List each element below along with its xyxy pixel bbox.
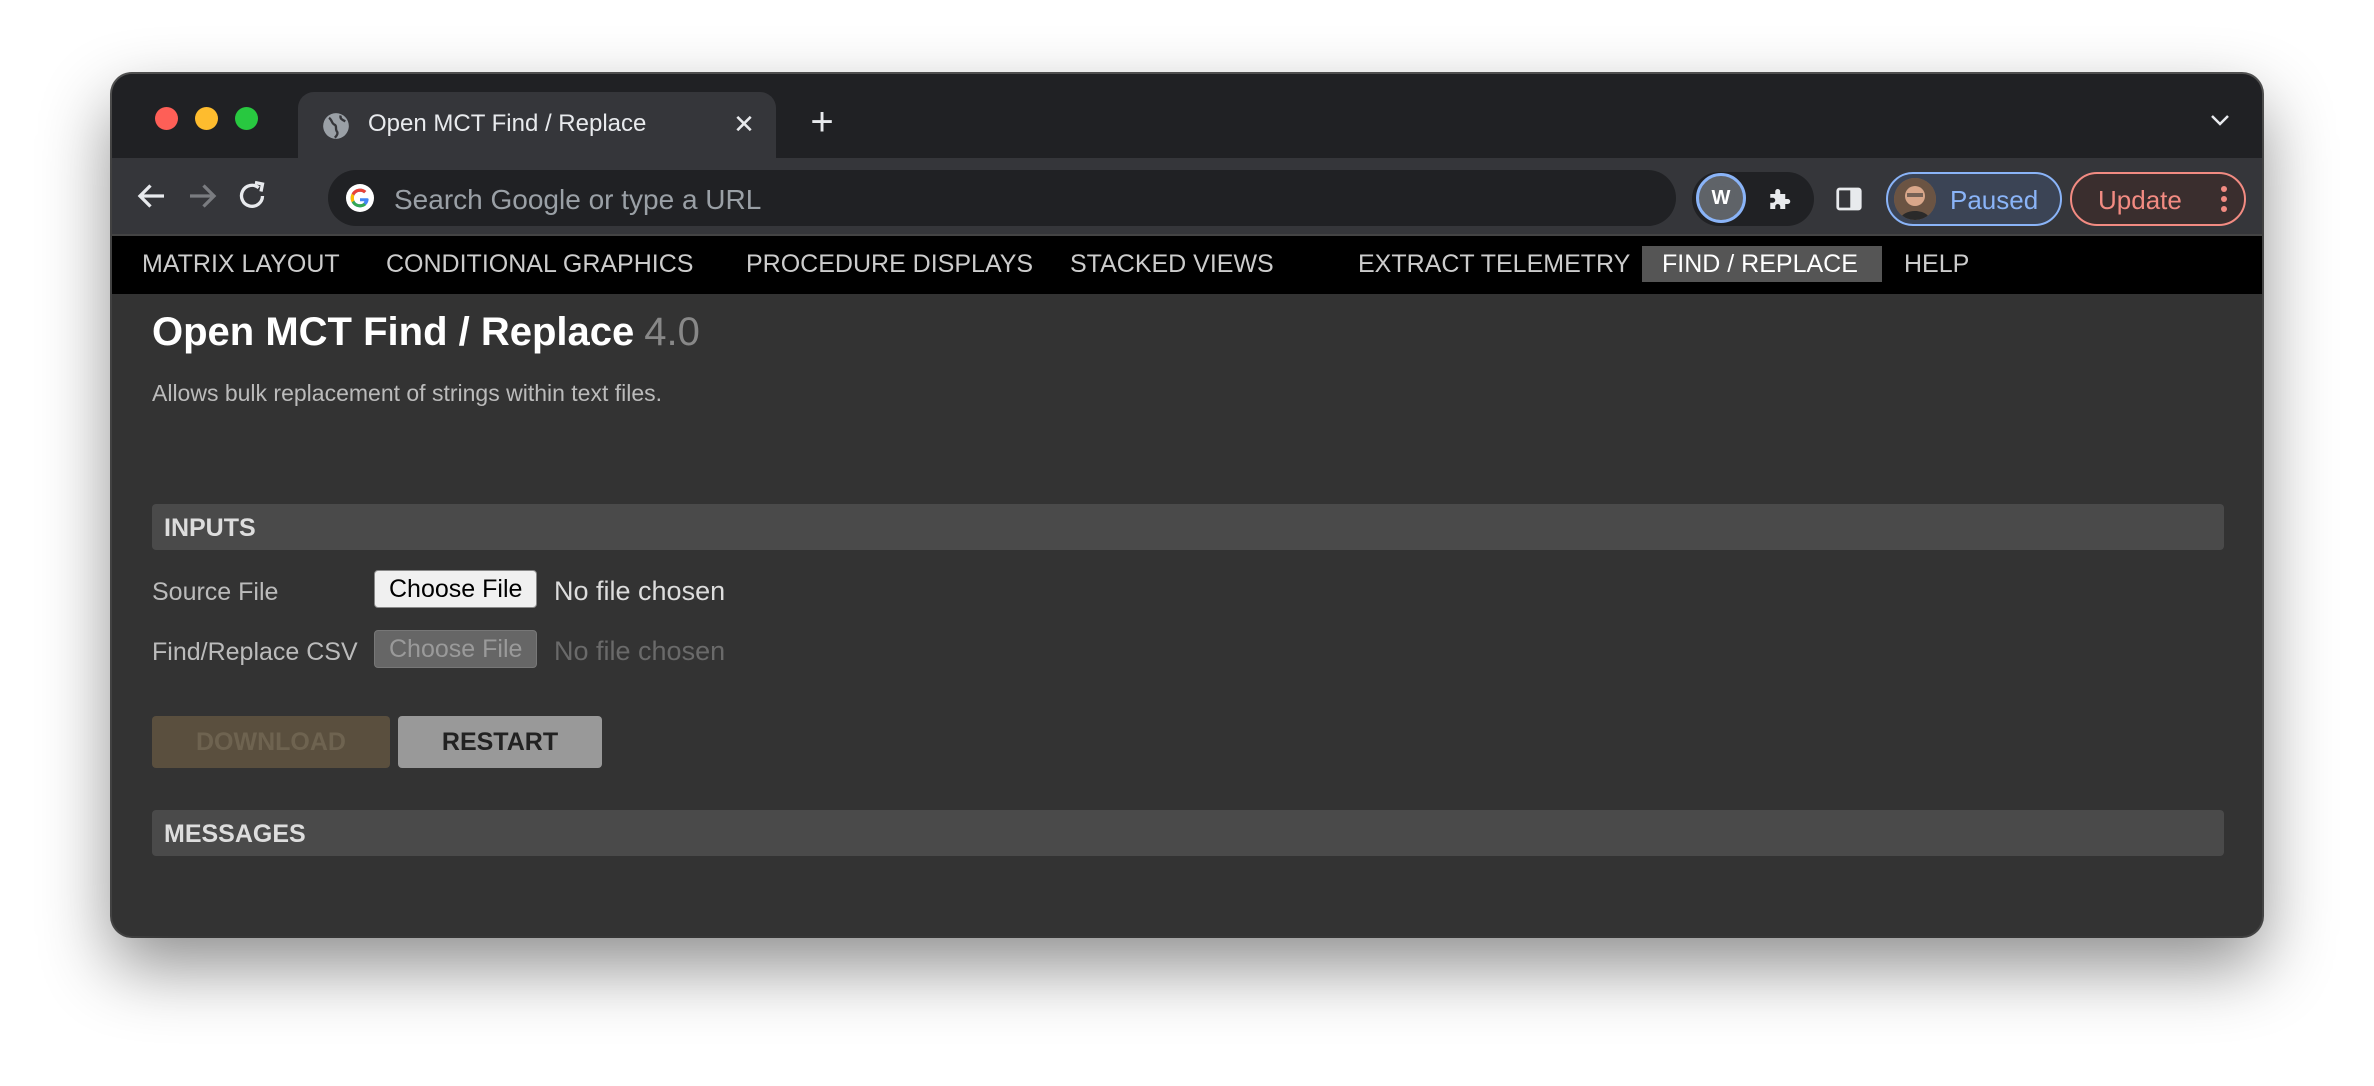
close-window-button[interactable] <box>155 107 178 130</box>
page-title: Open MCT Find / Replace 4.0 <box>152 310 700 355</box>
source-file-choose-button[interactable]: Choose File <box>374 570 538 608</box>
nav-item-find-replace[interactable]: FIND / REPLACE <box>1642 246 1882 282</box>
google-icon <box>346 184 374 212</box>
tab-title: Open MCT Find / Replace <box>368 110 647 137</box>
new-tab-icon[interactable]: + <box>802 102 842 142</box>
extensions-group: W <box>1692 172 1814 226</box>
nav-item-matrix-layout[interactable]: MATRIX LAYOUT <box>122 246 360 282</box>
page-description: Allows bulk replacement of strings withi… <box>152 380 663 406</box>
tab-close-icon[interactable]: ✕ <box>726 106 762 142</box>
messages-section-header: MESSAGES <box>152 810 2224 856</box>
source-file-status: No file chosen <box>554 576 726 606</box>
page-title-text: Open MCT Find / Replace <box>152 310 635 354</box>
nav-item-extract-telemetry[interactable]: EXTRACT TELEMETRY <box>1338 246 1650 282</box>
csv-file-choose-button[interactable]: Choose File <box>374 630 538 668</box>
address-bar[interactable]: Search Google or type a URL <box>328 170 1676 226</box>
address-placeholder: Search Google or type a URL <box>394 184 762 215</box>
minimize-window-button[interactable] <box>195 107 218 130</box>
csv-file-status: No file chosen <box>554 636 726 666</box>
back-arrow-icon[interactable] <box>134 178 170 214</box>
download-button[interactable]: DOWNLOAD <box>152 716 390 768</box>
nav-item-procedure-displays[interactable]: PROCEDURE DISPLAYS <box>726 246 1053 282</box>
profile-button[interactable]: Paused <box>1886 172 2062 226</box>
browser-window: Open MCT Find / Replace ✕ + Search Googl… <box>112 74 2262 936</box>
app-nav-bar: MATRIX LAYOUT CONDITIONAL GRAPHICS PROCE… <box>112 234 2262 294</box>
update-button[interactable]: Update <box>2070 172 2246 226</box>
nav-item-help[interactable]: HELP <box>1884 246 1989 282</box>
nav-item-stacked-views[interactable]: STACKED VIEWS <box>1050 246 1294 282</box>
more-vert-icon[interactable] <box>2220 184 2228 214</box>
inputs-header-text: INPUTS <box>164 514 256 542</box>
browser-toolbar: Search Google or type a URL W Paused Upd… <box>112 158 2262 234</box>
source-file-label: Source File <box>152 578 279 606</box>
side-panel-icon[interactable] <box>1834 184 1864 214</box>
forward-arrow-icon[interactable] <box>184 178 220 214</box>
reload-icon[interactable] <box>234 178 270 214</box>
version-label: 4.0 <box>644 310 700 354</box>
restart-button[interactable]: RESTART <box>398 716 602 768</box>
extension-w-icon[interactable]: W <box>1696 173 1746 223</box>
csv-file-label: Find/Replace CSV <box>152 638 358 666</box>
profile-status: Paused <box>1950 185 2039 215</box>
puzzle-icon[interactable] <box>1764 184 1794 214</box>
maximize-window-button[interactable] <box>235 107 258 130</box>
chevron-down-icon[interactable] <box>2206 108 2234 132</box>
title-bar: Open MCT Find / Replace ✕ + <box>112 74 2262 158</box>
messages-header-text: MESSAGES <box>164 820 306 848</box>
globe-icon <box>323 113 349 139</box>
nav-item-conditional-graphics[interactable]: CONDITIONAL GRAPHICS <box>366 246 713 282</box>
browser-tab[interactable]: Open MCT Find / Replace ✕ <box>298 92 776 158</box>
update-label: Update <box>2098 185 2182 215</box>
inputs-section-header: INPUTS <box>152 504 2224 550</box>
avatar <box>1894 178 1936 220</box>
